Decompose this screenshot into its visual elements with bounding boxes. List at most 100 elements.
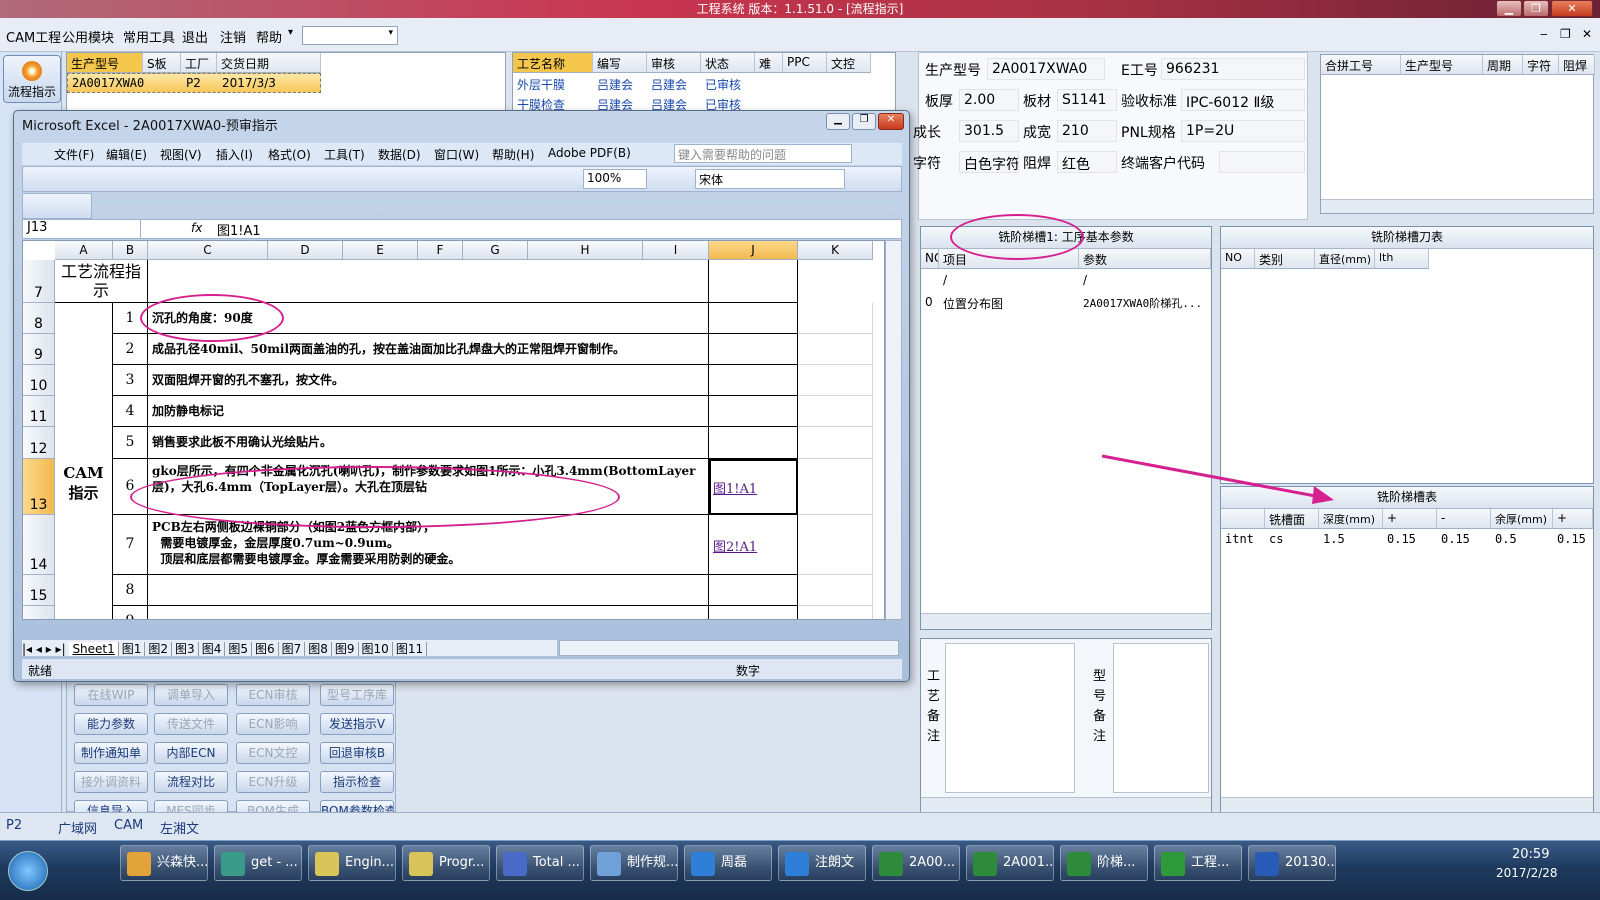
horizontal-scrollbar[interactable] [921, 613, 1211, 629]
item-number[interactable]: 4 [113, 396, 148, 427]
column-header[interactable]: G [463, 241, 528, 260]
column-header[interactable]: J [709, 241, 798, 260]
grid-cell[interactable]: 已审核 [701, 74, 745, 95]
item-link-cell[interactable] [709, 427, 798, 459]
grid-header[interactable]: 生产型号 [67, 53, 143, 73]
action-button[interactable]: 指示检查 [320, 771, 394, 793]
grid-header[interactable]: PPC [783, 53, 827, 73]
grid-header[interactable]: 类别 [1255, 249, 1315, 269]
sheet-tab[interactable]: Sheet1 [69, 642, 119, 656]
excel-menu-format[interactable]: 格式(O) [268, 146, 311, 163]
sheet-tab[interactable]: 图3 [172, 642, 199, 656]
grid-header[interactable]: 工厂 [181, 53, 217, 73]
grid-header[interactable]: NO [921, 249, 939, 269]
mdi-restore-icon[interactable]: ❐ [1560, 27, 1571, 41]
taskbar-item[interactable]: 2A001... [966, 845, 1054, 881]
row-header[interactable]: 9 [23, 334, 55, 365]
close-button[interactable]: ✕ [1551, 0, 1593, 17]
action-button[interactable]: ECN文控 [236, 742, 310, 764]
grid-cell[interactable]: 2A0017XWA0阶梯孔... [1079, 293, 1211, 313]
sheet-cell[interactable] [798, 334, 873, 365]
item-link-cell[interactable] [709, 334, 798, 365]
action-button[interactable]: ECN升级 [236, 771, 310, 793]
hyperlink[interactable]: 图2!A1 [713, 540, 757, 555]
column-header[interactable]: C [148, 241, 268, 260]
sheet-cell[interactable] [798, 575, 873, 606]
formula-input[interactable]: 图1!A1 [217, 220, 261, 239]
sheet-tab[interactable]: 图5 [225, 642, 252, 656]
grid-cell[interactable]: 0 [921, 293, 937, 311]
grid-header[interactable]: 难 [755, 53, 783, 73]
column-header[interactable]: E [343, 241, 418, 260]
minimize-button[interactable]: ▁ [1496, 0, 1522, 17]
sheet-tab[interactable]: 图4 [198, 642, 226, 656]
mdi-close-icon[interactable]: ✕ [1582, 27, 1592, 41]
grid-header[interactable]: 周期 [1483, 55, 1523, 75]
name-box[interactable]: J13 [23, 220, 141, 238]
item-link-cell[interactable] [709, 396, 798, 427]
excel-menu-file[interactable]: 文件(F) [54, 146, 94, 163]
taskbar-item[interactable]: 注朗文 [778, 845, 866, 881]
taskbar-item[interactable]: 2A00... [872, 845, 960, 881]
grid-cell[interactable]: 吕建会 [593, 74, 637, 95]
excel-menu-insert[interactable]: 插入(I) [216, 146, 253, 163]
menu-exit[interactable]: 退出 [182, 27, 208, 46]
row-header[interactable]: 10 [23, 365, 55, 396]
excel-menu-pdf[interactable]: Adobe PDF(B) [548, 146, 631, 160]
taskbar-item[interactable]: 阶梯... [1060, 845, 1148, 881]
sheet-cell[interactable] [798, 303, 873, 334]
excel-restore-button[interactable]: ❐ [852, 113, 876, 130]
row-header[interactable]: 7 [23, 260, 55, 303]
item-text[interactable]: 销售要求此板不用确认光绘贴片。 [148, 427, 709, 459]
taskbar-item[interactable]: Total ... [496, 845, 584, 881]
grid-cell[interactable]: / [939, 271, 951, 289]
vertical-scrollbar[interactable] [885, 240, 902, 620]
help-search-input[interactable]: 键入需要帮助的问题 [674, 144, 852, 163]
sheet-cell[interactable] [798, 365, 873, 396]
menu-tools[interactable]: 常用工具 [123, 27, 175, 46]
action-button[interactable]: 传送文件 [154, 713, 228, 735]
excel-menu-view[interactable]: 视图(V) [160, 146, 202, 163]
font-select[interactable]: 宋体 [695, 169, 845, 189]
action-button[interactable]: ECN影响 [236, 713, 310, 735]
zoom-select[interactable]: 100% [583, 169, 647, 189]
section-header[interactable]: 工艺流程指示 [55, 260, 148, 303]
horizontal-scrollbar[interactable] [1221, 797, 1593, 813]
grid-header[interactable]: + [1553, 509, 1593, 529]
excel-menu-data[interactable]: 数据(D) [378, 146, 421, 163]
grid-header[interactable]: 合拼工号 [1321, 55, 1401, 75]
menu-combo-box[interactable]: ▾ [302, 26, 398, 45]
item-text[interactable]: 双面阻焊开窗的孔不塞孔，按文件。 [148, 365, 709, 396]
grid-header[interactable]: 交货日期 [217, 53, 321, 73]
item-number[interactable]: 2 [113, 334, 148, 365]
item-link-cell[interactable]: 图2!A1 [709, 515, 798, 575]
taskbar-item[interactable]: 制作规... [590, 845, 678, 881]
action-button[interactable]: 制作通知单 [74, 742, 148, 764]
action-button[interactable]: 能力参数 [74, 713, 148, 735]
taskbar-item[interactable]: 兴森快... [120, 845, 208, 881]
menu-logout[interactable]: 注销 [220, 27, 246, 46]
row-header[interactable]: 16 [23, 606, 55, 619]
sheet-tab[interactable]: 图11 [392, 642, 428, 656]
sheet-cell[interactable] [798, 606, 873, 619]
horizontal-scrollbar[interactable] [921, 797, 1211, 813]
item-text[interactable] [148, 606, 709, 619]
action-button[interactable]: 型号工序库 [320, 684, 394, 706]
action-button[interactable]: 内部ECN [154, 742, 228, 764]
row-header[interactable]: 14 [23, 515, 55, 575]
field-model[interactable]: 2A0017XWA0 [987, 58, 1105, 80]
field-material[interactable]: S1141 [1057, 89, 1117, 111]
cam-label[interactable]: CAM指示 [55, 303, 113, 619]
sheet-tab[interactable]: 图8 [305, 642, 332, 656]
grid-cell[interactable]: 外层干膜 [513, 74, 569, 95]
table-row[interactable]: itnt cs 1.5 0.15 0.15 0.5 0.15 [1221, 530, 1593, 550]
column-header[interactable]: B [113, 241, 148, 260]
action-button[interactable]: 回退审核B [320, 742, 394, 764]
sheet-cell[interactable] [798, 427, 873, 459]
taskbar-item[interactable]: 周磊 [684, 845, 772, 881]
grid-cell[interactable]: / [1079, 271, 1091, 289]
excel-menu-tools[interactable]: 工具(T) [324, 146, 365, 163]
grid-cell[interactable]: 位置分布图 [939, 293, 1007, 314]
sheet-tab[interactable]: 图9 [331, 642, 359, 656]
row-header[interactable]: 8 [23, 303, 55, 334]
